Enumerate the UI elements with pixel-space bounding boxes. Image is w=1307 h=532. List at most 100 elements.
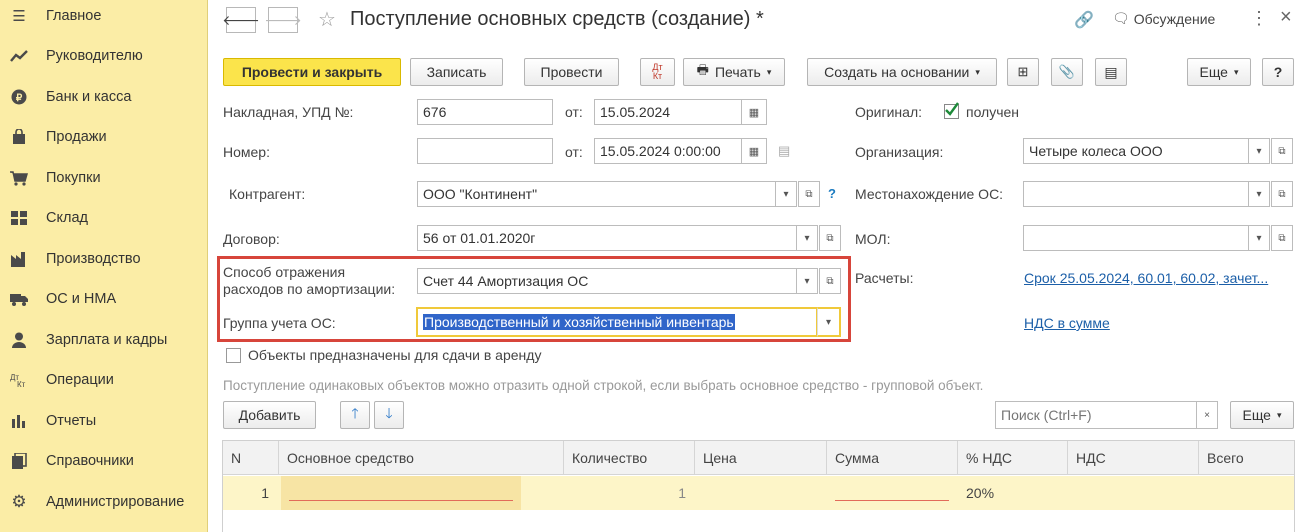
contract-field[interactable]: 56 от 01.01.2020г: [417, 225, 797, 251]
post-and-close-button[interactable]: Провести и закрыть: [223, 58, 401, 86]
depreciation-open[interactable]: ⧉: [819, 268, 841, 294]
cell-price[interactable]: [695, 476, 827, 510]
mol-label: МОЛ:: [855, 231, 891, 247]
column-header[interactable]: N: [223, 441, 279, 475]
cell-vat[interactable]: [1068, 476, 1199, 510]
depreciation-method-field[interactable]: Счет 44 Амортизация ОС: [417, 268, 797, 294]
move-down-button[interactable]: 🡓: [374, 401, 404, 429]
cell-vat-rate[interactable]: 20%: [966, 476, 1066, 510]
depreciation-dropdown[interactable]: ▾: [796, 268, 818, 294]
calendar-button[interactable]: ▦: [741, 99, 767, 125]
location-open[interactable]: ⧉: [1271, 181, 1293, 207]
structure-button[interactable]: ⊞: [1007, 58, 1039, 86]
sidebar-item-salary[interactable]: Зарплата и кадры: [0, 320, 208, 360]
assets-table: N Основное средство Количество Цена Сумм…: [222, 440, 1295, 532]
number-date-field[interactable]: 15.05.2024 0:00:00: [594, 138, 742, 164]
sidebar-item-fixed-assets[interactable]: ОС и НМА: [0, 279, 208, 319]
help-icon[interactable]: ?: [828, 186, 836, 201]
add-button[interactable]: Добавить: [223, 401, 316, 429]
from-label: от:: [565, 144, 583, 160]
sidebar-item-admin[interactable]: ⚙ Администрирование: [0, 482, 208, 522]
attach-button[interactable]: 📎: [1051, 58, 1083, 86]
sidebar-item-warehouse[interactable]: Склад: [0, 198, 208, 238]
sidebar-item-production[interactable]: Производство: [0, 239, 208, 279]
number-field[interactable]: [417, 138, 553, 164]
discussion-button[interactable]: 🗨 Обсуждение: [1112, 10, 1215, 27]
more-label: Еще: [1199, 64, 1228, 80]
comment-icon[interactable]: ▤: [778, 143, 790, 159]
location-dropdown[interactable]: ▾: [1248, 181, 1270, 207]
organization-dropdown[interactable]: ▾: [1248, 138, 1270, 164]
contractor-open[interactable]: ⧉: [798, 181, 820, 207]
create-based-on-button[interactable]: Создать на основании ▾: [807, 58, 997, 86]
column-header[interactable]: Цена: [695, 441, 827, 475]
column-header[interactable]: Сумма: [827, 441, 958, 475]
dt-kt-button[interactable]: Дт Кт: [640, 58, 675, 86]
move-up-button[interactable]: 🡑: [340, 401, 370, 429]
mol-dropdown[interactable]: ▾: [1248, 225, 1270, 251]
more-vert-icon[interactable]: ⋮: [1250, 8, 1268, 29]
hint-text: Поступление одинаковых объектов можно от…: [223, 378, 984, 393]
contractor-dropdown[interactable]: ▾: [775, 181, 797, 207]
invoice-date-field[interactable]: 15.05.2024: [594, 99, 742, 125]
cell-asset[interactable]: [281, 476, 521, 510]
open-icon: ⧉: [1278, 188, 1286, 200]
post-button[interactable]: Провести: [524, 58, 619, 86]
calendar-button[interactable]: ▦: [741, 138, 767, 164]
number-label: Номер:: [223, 144, 270, 160]
more-button[interactable]: Еще ▾: [1187, 58, 1251, 86]
table-more-button[interactable]: Еще ▾: [1230, 401, 1294, 429]
contract-dropdown[interactable]: ▾: [796, 225, 818, 251]
sidebar-item-purchases[interactable]: Покупки: [0, 158, 208, 198]
sidebar-item-bank[interactable]: ₽ Банк и касса: [0, 77, 208, 117]
sidebar-item-operations[interactable]: Дт Кт Операции: [0, 360, 208, 400]
rent-checkbox[interactable]: [226, 348, 241, 363]
sidebar-item-manager[interactable]: Руководителю: [0, 36, 208, 76]
sidebar-item-sales[interactable]: Продажи: [0, 117, 208, 157]
back-button[interactable]: 🡐: [222, 7, 260, 33]
asset-group-field[interactable]: Производственный и хозяйственный инвента…: [416, 307, 818, 337]
vat-link[interactable]: НДС в сумме: [1024, 315, 1110, 331]
link-icon[interactable]: 🔗: [1074, 10, 1094, 30]
cell-total[interactable]: [1199, 476, 1296, 510]
contract-open[interactable]: ⧉: [819, 225, 841, 251]
document-button[interactable]: ▤: [1095, 58, 1127, 86]
search-clear-button[interactable]: ×: [1196, 401, 1218, 429]
rent-label: Объекты предназначены для сдачи в аренду: [248, 347, 542, 363]
organization-open[interactable]: ⧉: [1271, 138, 1293, 164]
original-checkbox[interactable]: [944, 102, 959, 119]
cell-quantity[interactable]: 1: [564, 476, 686, 510]
chevron-down-icon: ▾: [804, 275, 810, 287]
search-input[interactable]: [995, 401, 1197, 429]
column-header[interactable]: НДС: [1068, 441, 1199, 475]
column-header[interactable]: Основное средство: [279, 441, 564, 475]
invoice-number-field[interactable]: 676: [417, 99, 553, 125]
sidebar-item-reports[interactable]: Отчеты: [0, 401, 208, 441]
print-button[interactable]: 🖶 Печать ▾: [683, 58, 785, 86]
trend-icon: [10, 47, 28, 65]
truck-icon: [10, 290, 28, 308]
table-row[interactable]: 1 1 20%: [223, 476, 1294, 510]
structure-icon: ⊞: [1017, 64, 1029, 79]
organization-field[interactable]: Четыре колеса ООО: [1023, 138, 1249, 164]
cell-sum[interactable]: [827, 476, 958, 510]
check-icon: [945, 102, 959, 116]
sidebar-item-catalogs[interactable]: Справочники: [0, 441, 208, 481]
favorite-star-icon[interactable]: ☆: [318, 7, 336, 32]
sidebar-item-main[interactable]: ☰ Главное: [0, 0, 208, 36]
contractor-field[interactable]: ООО "Континент": [417, 181, 776, 207]
column-header[interactable]: Количество: [564, 441, 695, 475]
mol-open[interactable]: ⧉: [1271, 225, 1293, 251]
asset-group-dropdown[interactable]: ▾: [817, 307, 841, 337]
close-icon[interactable]: ×: [1280, 6, 1292, 29]
page-title: Поступление основных средств (создание) …: [350, 8, 764, 30]
asset-group-value: Производственный и хозяйственный инвента…: [423, 314, 735, 330]
forward-button[interactable]: 🡒: [264, 7, 302, 33]
column-header[interactable]: % НДС: [958, 441, 1068, 475]
help-button[interactable]: ?: [1262, 58, 1294, 86]
save-button[interactable]: Записать: [410, 58, 503, 86]
column-header[interactable]: Всего: [1199, 441, 1296, 475]
settlements-link[interactable]: Срок 25.05.2024, 60.01, 60.02, зачет...: [1024, 270, 1268, 286]
location-field[interactable]: [1023, 181, 1249, 207]
mol-field[interactable]: [1023, 225, 1249, 251]
